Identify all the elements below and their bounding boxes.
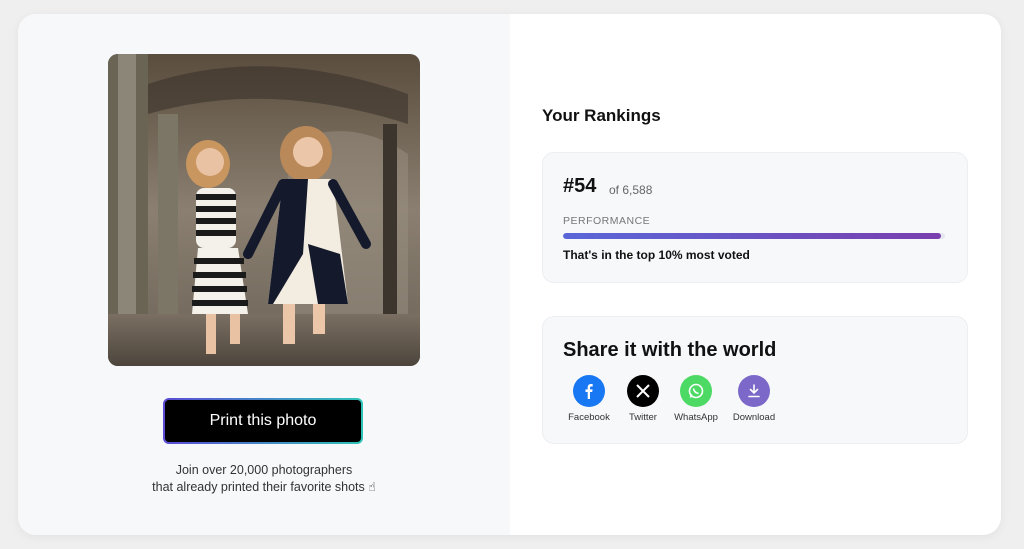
main-card: Print this photo Join over 20,000 photog…: [18, 14, 1001, 535]
performance-bar: [563, 233, 945, 239]
share-title: Share it with the world: [563, 339, 777, 361]
share-download-button[interactable]: Download: [724, 375, 784, 423]
performance-bar-fill: [563, 233, 942, 239]
x-icon: [627, 375, 659, 407]
photo: [108, 54, 420, 366]
share-facebook-label: Facebook: [568, 412, 610, 423]
share-panel: Share it with the world Facebook Twitter…: [542, 316, 968, 444]
share-whatsapp-label: WhatsApp: [674, 412, 718, 423]
join-text: Join over 20,000 photographers that alre…: [108, 462, 420, 496]
performance-label: PERFORMANCE: [563, 215, 651, 227]
photo-section: Print this photo Join over 20,000 photog…: [18, 14, 510, 535]
facebook-icon: [573, 375, 605, 407]
print-photo-button[interactable]: Print this photo: [163, 398, 363, 444]
rank-total: of 6,588: [609, 183, 653, 197]
rankings-title: Your Rankings: [542, 106, 661, 125]
rank-number: #54: [563, 175, 597, 197]
performance-text: That's in the top 10% most voted: [563, 248, 750, 262]
share-twitter-button[interactable]: Twitter: [613, 375, 673, 423]
join-text-line1: Join over 20,000 photographers: [175, 463, 353, 477]
share-twitter-label: Twitter: [629, 412, 657, 423]
rankings-panel: #54 of 6,588 PERFORMANCE That's in the t…: [542, 152, 968, 283]
download-icon: [738, 375, 770, 407]
join-text-line2: that already printed their favorite shot…: [152, 480, 376, 494]
whatsapp-icon: [680, 375, 712, 407]
share-whatsapp-button[interactable]: WhatsApp: [666, 375, 726, 423]
share-facebook-button[interactable]: Facebook: [559, 375, 619, 423]
share-download-label: Download: [732, 412, 776, 423]
